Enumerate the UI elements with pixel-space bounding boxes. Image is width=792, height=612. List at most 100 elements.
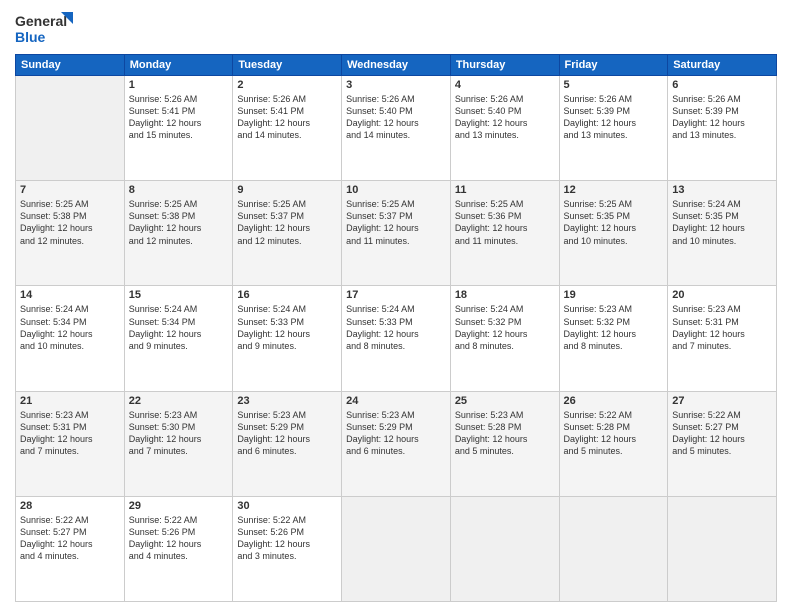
weekday-header-saturday: Saturday xyxy=(668,55,777,76)
weekday-header-thursday: Thursday xyxy=(450,55,559,76)
day-info: Sunrise: 5:25 AM Sunset: 5:37 PM Dayligh… xyxy=(237,198,337,247)
day-info: Sunrise: 5:23 AM Sunset: 5:30 PM Dayligh… xyxy=(129,409,229,458)
day-info: Sunrise: 5:24 AM Sunset: 5:34 PM Dayligh… xyxy=(20,303,120,352)
day-info: Sunrise: 5:24 AM Sunset: 5:34 PM Dayligh… xyxy=(129,303,229,352)
day-info: Sunrise: 5:24 AM Sunset: 5:32 PM Dayligh… xyxy=(455,303,555,352)
calendar-cell xyxy=(668,496,777,601)
calendar-cell: 14 Sunrise: 5:24 AM Sunset: 5:34 PM Dayli… xyxy=(16,286,125,391)
calendar-cell xyxy=(450,496,559,601)
day-info: Sunrise: 5:26 AM Sunset: 5:41 PM Dayligh… xyxy=(237,93,337,142)
calendar-cell: 15 Sunrise: 5:24 AM Sunset: 5:34 PM Dayli… xyxy=(124,286,233,391)
day-number: 6 xyxy=(672,79,772,91)
day-number: 14 xyxy=(20,289,120,301)
day-number: 22 xyxy=(129,395,229,407)
day-info: Sunrise: 5:23 AM Sunset: 5:31 PM Dayligh… xyxy=(672,303,772,352)
calendar-cell: 13 Sunrise: 5:24 AM Sunset: 5:35 PM Dayli… xyxy=(668,181,777,286)
weekday-header-row: SundayMondayTuesdayWednesdayThursdayFrid… xyxy=(16,55,777,76)
day-number: 15 xyxy=(129,289,229,301)
day-info: Sunrise: 5:24 AM Sunset: 5:33 PM Dayligh… xyxy=(237,303,337,352)
day-number: 25 xyxy=(455,395,555,407)
calendar-cell: 7 Sunrise: 5:25 AM Sunset: 5:38 PM Daylig… xyxy=(16,181,125,286)
day-number: 5 xyxy=(564,79,664,91)
week-row-5: 28Sunrise: 5:22 AM Sunset: 5:27 PM Dayli… xyxy=(16,496,777,601)
day-number: 21 xyxy=(20,395,120,407)
calendar-cell: 28Sunrise: 5:22 AM Sunset: 5:27 PM Dayli… xyxy=(16,496,125,601)
day-number: 2 xyxy=(237,79,337,91)
calendar-cell: 1 Sunrise: 5:26 AM Sunset: 5:41 PM Daylig… xyxy=(124,76,233,181)
day-number: 13 xyxy=(672,184,772,196)
day-number: 4 xyxy=(455,79,555,91)
calendar-cell: 30 Sunrise: 5:22 AM Sunset: 5:26 PM Dayli… xyxy=(233,496,342,601)
calendar-cell: 24Sunrise: 5:23 AM Sunset: 5:29 PM Dayli… xyxy=(342,391,451,496)
day-info: Sunrise: 5:24 AM Sunset: 5:35 PM Dayligh… xyxy=(672,198,772,247)
svg-text:Blue: Blue xyxy=(15,29,46,45)
weekday-header-sunday: Sunday xyxy=(16,55,125,76)
logo: GeneralBlue xyxy=(15,10,75,46)
day-info: Sunrise: 5:22 AM Sunset: 5:26 PM Dayligh… xyxy=(237,514,337,563)
day-info: Sunrise: 5:22 AM Sunset: 5:27 PM Dayligh… xyxy=(672,409,772,458)
day-info: Sunrise: 5:23 AM Sunset: 5:29 PM Dayligh… xyxy=(237,409,337,458)
day-info: Sunrise: 5:26 AM Sunset: 5:39 PM Dayligh… xyxy=(672,93,772,142)
calendar-cell xyxy=(559,496,668,601)
day-number: 1 xyxy=(129,79,229,91)
calendar-cell: 5 Sunrise: 5:26 AM Sunset: 5:39 PM Daylig… xyxy=(559,76,668,181)
calendar-cell: 3 Sunrise: 5:26 AM Sunset: 5:40 PM Daylig… xyxy=(342,76,451,181)
day-number: 3 xyxy=(346,79,446,91)
week-row-3: 14 Sunrise: 5:24 AM Sunset: 5:34 PM Dayli… xyxy=(16,286,777,391)
svg-text:General: General xyxy=(15,13,67,29)
day-number: 16 xyxy=(237,289,337,301)
header: GeneralBlue xyxy=(15,10,777,46)
week-row-1: 1 Sunrise: 5:26 AM Sunset: 5:41 PM Daylig… xyxy=(16,76,777,181)
calendar-cell: 21 Sunrise: 5:23 AM Sunset: 5:31 PM Dayli… xyxy=(16,391,125,496)
day-number: 29 xyxy=(129,500,229,512)
weekday-header-monday: Monday xyxy=(124,55,233,76)
day-number: 19 xyxy=(564,289,664,301)
day-info: Sunrise: 5:22 AM Sunset: 5:28 PM Dayligh… xyxy=(564,409,664,458)
day-number: 8 xyxy=(129,184,229,196)
calendar-table: SundayMondayTuesdayWednesdayThursdayFrid… xyxy=(15,54,777,602)
day-info: Sunrise: 5:25 AM Sunset: 5:36 PM Dayligh… xyxy=(455,198,555,247)
day-number: 24 xyxy=(346,395,446,407)
day-info: Sunrise: 5:23 AM Sunset: 5:31 PM Dayligh… xyxy=(20,409,120,458)
day-number: 11 xyxy=(455,184,555,196)
calendar-cell: 9 Sunrise: 5:25 AM Sunset: 5:37 PM Daylig… xyxy=(233,181,342,286)
calendar-cell: 10 Sunrise: 5:25 AM Sunset: 5:37 PM Dayli… xyxy=(342,181,451,286)
day-number: 7 xyxy=(20,184,120,196)
day-number: 27 xyxy=(672,395,772,407)
week-row-2: 7 Sunrise: 5:25 AM Sunset: 5:38 PM Daylig… xyxy=(16,181,777,286)
calendar-cell: 18Sunrise: 5:24 AM Sunset: 5:32 PM Dayli… xyxy=(450,286,559,391)
day-info: Sunrise: 5:26 AM Sunset: 5:40 PM Dayligh… xyxy=(455,93,555,142)
weekday-header-friday: Friday xyxy=(559,55,668,76)
day-info: Sunrise: 5:25 AM Sunset: 5:38 PM Dayligh… xyxy=(129,198,229,247)
day-info: Sunrise: 5:25 AM Sunset: 5:35 PM Dayligh… xyxy=(564,198,664,247)
calendar-cell: 20 Sunrise: 5:23 AM Sunset: 5:31 PM Dayli… xyxy=(668,286,777,391)
calendar-cell: 26Sunrise: 5:22 AM Sunset: 5:28 PM Dayli… xyxy=(559,391,668,496)
calendar-cell: 4 Sunrise: 5:26 AM Sunset: 5:40 PM Daylig… xyxy=(450,76,559,181)
day-info: Sunrise: 5:26 AM Sunset: 5:41 PM Dayligh… xyxy=(129,93,229,142)
day-info: Sunrise: 5:26 AM Sunset: 5:40 PM Dayligh… xyxy=(346,93,446,142)
calendar-cell: 17Sunrise: 5:24 AM Sunset: 5:33 PM Dayli… xyxy=(342,286,451,391)
calendar-cell xyxy=(342,496,451,601)
day-info: Sunrise: 5:25 AM Sunset: 5:38 PM Dayligh… xyxy=(20,198,120,247)
day-number: 10 xyxy=(346,184,446,196)
weekday-header-wednesday: Wednesday xyxy=(342,55,451,76)
calendar-cell: 12 Sunrise: 5:25 AM Sunset: 5:35 PM Dayli… xyxy=(559,181,668,286)
day-info: Sunrise: 5:22 AM Sunset: 5:26 PM Dayligh… xyxy=(129,514,229,563)
day-number: 12 xyxy=(564,184,664,196)
day-info: Sunrise: 5:23 AM Sunset: 5:28 PM Dayligh… xyxy=(455,409,555,458)
day-number: 23 xyxy=(237,395,337,407)
weekday-header-tuesday: Tuesday xyxy=(233,55,342,76)
day-number: 20 xyxy=(672,289,772,301)
day-number: 30 xyxy=(237,500,337,512)
calendar-cell: 6 Sunrise: 5:26 AM Sunset: 5:39 PM Daylig… xyxy=(668,76,777,181)
calendar-cell: 19Sunrise: 5:23 AM Sunset: 5:32 PM Dayli… xyxy=(559,286,668,391)
day-info: Sunrise: 5:22 AM Sunset: 5:27 PM Dayligh… xyxy=(20,514,120,563)
calendar-cell: 22 Sunrise: 5:23 AM Sunset: 5:30 PM Dayli… xyxy=(124,391,233,496)
calendar-cell: 27 Sunrise: 5:22 AM Sunset: 5:27 PM Dayli… xyxy=(668,391,777,496)
day-number: 9 xyxy=(237,184,337,196)
day-info: Sunrise: 5:25 AM Sunset: 5:37 PM Dayligh… xyxy=(346,198,446,247)
day-info: Sunrise: 5:26 AM Sunset: 5:39 PM Dayligh… xyxy=(564,93,664,142)
calendar-cell: 23 Sunrise: 5:23 AM Sunset: 5:29 PM Dayli… xyxy=(233,391,342,496)
logo-svg: GeneralBlue xyxy=(15,10,75,46)
calendar-cell xyxy=(16,76,125,181)
